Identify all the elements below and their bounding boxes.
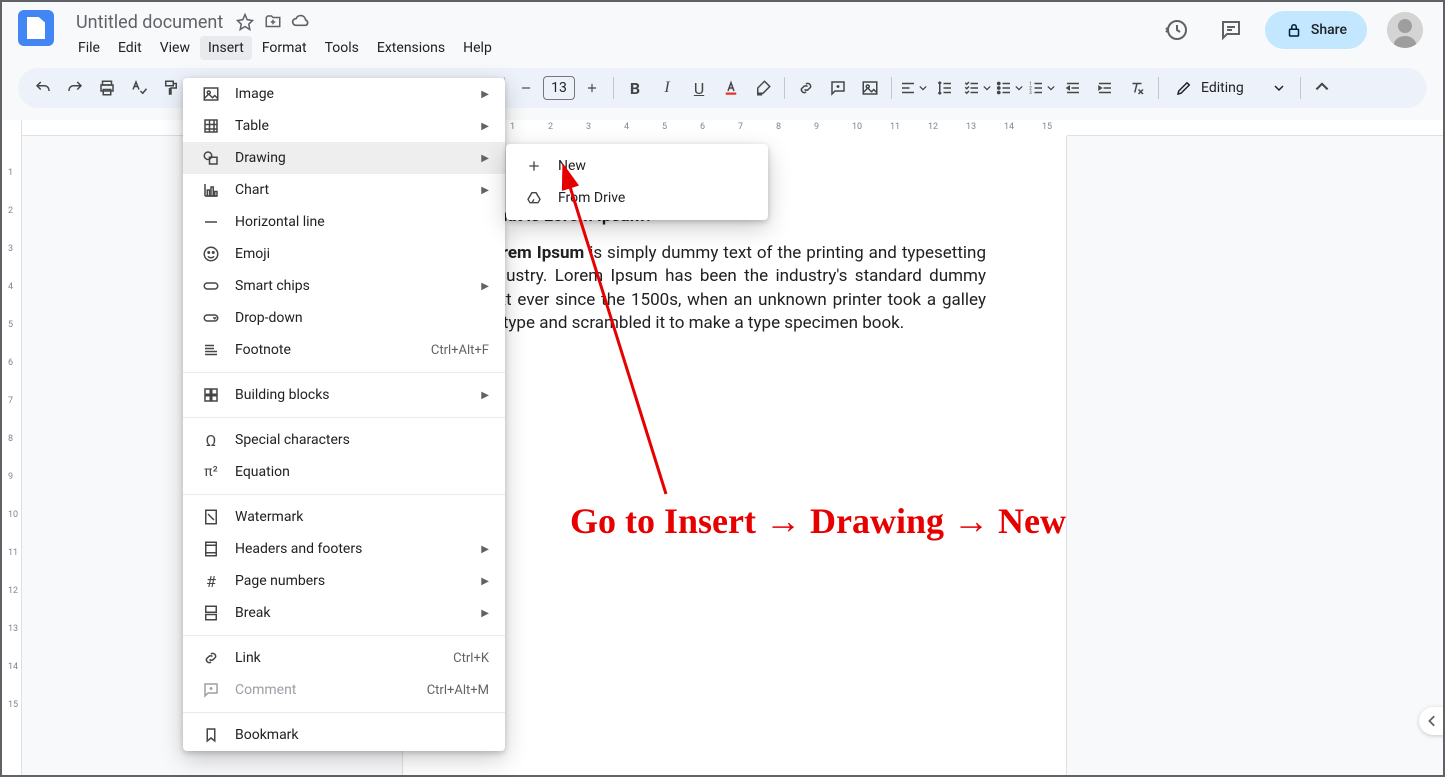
watermark-icon — [201, 508, 221, 526]
svg-text:3: 3 — [1029, 90, 1032, 96]
history-icon[interactable] — [1157, 10, 1197, 50]
menu-extensions[interactable]: Extensions — [369, 36, 453, 60]
omega-icon: Ω — [201, 431, 221, 450]
bookmark-icon — [201, 726, 221, 744]
align-button[interactable] — [898, 73, 928, 103]
menu-format[interactable]: Format — [254, 36, 315, 60]
menu-item-special-characters[interactable]: ΩSpecial characters — [183, 424, 505, 456]
menu-item-footnote[interactable]: FootnoteCtrl+Alt+F — [183, 334, 505, 366]
bold-button[interactable]: B — [620, 73, 650, 103]
menu-item-equation[interactable]: π²Equation — [183, 456, 505, 488]
table-icon — [201, 117, 221, 135]
line-spacing-button[interactable] — [930, 73, 960, 103]
drawing-submenu: New From Drive — [506, 144, 768, 220]
insert-menu-dropdown: Image▶ Table▶ Drawing▶ Chart▶ Horizontal… — [183, 78, 505, 751]
document-title[interactable]: Untitled document — [70, 11, 229, 34]
text-color-button[interactable] — [716, 73, 746, 103]
menu-item-emoji[interactable]: Emoji — [183, 238, 505, 270]
menu-item-horizontal-line[interactable]: Horizontal line — [183, 206, 505, 238]
menu-item-chart[interactable]: Chart▶ — [183, 174, 505, 206]
break-icon — [201, 604, 221, 622]
share-button[interactable]: Share — [1265, 11, 1367, 49]
footnote-icon — [201, 341, 221, 359]
menu-insert[interactable]: Insert — [200, 36, 252, 60]
pi-icon: π² — [201, 464, 221, 480]
insert-link-button[interactable] — [791, 73, 821, 103]
chart-icon — [201, 181, 221, 199]
drive-icon — [524, 190, 544, 206]
menu-item-headers-footers[interactable]: Headers and footers▶ — [183, 533, 505, 565]
lock-icon — [1285, 21, 1303, 39]
dropdown-icon — [201, 309, 221, 327]
spellcheck-button[interactable] — [124, 73, 154, 103]
emoji-icon — [201, 245, 221, 263]
redo-button[interactable] — [60, 73, 90, 103]
chevron-down-icon — [1274, 83, 1284, 93]
comment-icon — [201, 681, 221, 699]
editing-mode-button[interactable]: Editing — [1165, 79, 1294, 97]
submenu-item-from-drive[interactable]: From Drive — [506, 182, 768, 214]
clear-formatting-button[interactable] — [1122, 73, 1152, 103]
indent-decrease-button[interactable] — [1058, 73, 1088, 103]
menu-item-table[interactable]: Table▶ — [183, 110, 505, 142]
undo-button[interactable] — [28, 73, 58, 103]
document-body: Lorem Ipsum is simply dummy text of the … — [483, 242, 986, 336]
collapse-toolbar-button[interactable] — [1307, 73, 1337, 103]
vertical-ruler: 1 2 3 4 5 6 7 8 9 10 11 12 13 14 15 — [2, 120, 22, 775]
insert-comment-button[interactable] — [823, 73, 853, 103]
menu-item-building-blocks[interactable]: Building blocks▶ — [183, 379, 505, 411]
menu-item-break[interactable]: Break▶ — [183, 597, 505, 629]
italic-button[interactable]: I — [652, 73, 682, 103]
link-icon — [201, 649, 221, 667]
image-icon — [201, 85, 221, 103]
menu-item-comment: CommentCtrl+Alt+M — [183, 674, 505, 706]
explore-fab[interactable] — [1419, 707, 1443, 735]
hline-icon — [201, 213, 221, 231]
menu-item-page-numbers[interactable]: #Page numbers▶ — [183, 565, 505, 597]
menu-item-image[interactable]: Image▶ — [183, 78, 505, 110]
drawing-icon — [201, 149, 221, 167]
blocks-icon — [201, 386, 221, 404]
editing-mode-label: Editing — [1201, 80, 1244, 96]
numbered-list-button[interactable]: 123 — [1026, 73, 1056, 103]
underline-button[interactable]: U — [684, 73, 714, 103]
font-size-plus[interactable] — [577, 73, 607, 103]
menu-item-link[interactable]: LinkCtrl+K — [183, 642, 505, 674]
star-icon[interactable] — [233, 10, 257, 34]
checklist-button[interactable] — [962, 73, 992, 103]
share-label: Share — [1311, 22, 1347, 38]
menu-edit[interactable]: Edit — [110, 36, 150, 60]
annotation-text: Go to Insert → Drawing → New — [570, 500, 1066, 542]
chip-icon — [201, 277, 221, 295]
paint-format-button[interactable] — [156, 73, 186, 103]
font-size-minus[interactable] — [511, 73, 541, 103]
menu-tools[interactable]: Tools — [317, 36, 367, 60]
menu-item-watermark[interactable]: Watermark — [183, 501, 505, 533]
comments-icon[interactable] — [1211, 10, 1251, 50]
menubar: File Edit View Insert Format Tools Exten… — [70, 36, 500, 60]
insert-image-button[interactable] — [855, 73, 885, 103]
bulleted-list-button[interactable] — [994, 73, 1024, 103]
menu-item-drawing[interactable]: Drawing▶ — [183, 142, 505, 174]
menu-file[interactable]: File — [70, 36, 108, 60]
pencil-icon — [1175, 79, 1193, 97]
header-footer-icon — [201, 540, 221, 558]
cloud-saved-icon[interactable] — [289, 10, 313, 34]
docs-logo[interactable] — [18, 10, 54, 46]
font-size-input[interactable]: 13 — [543, 76, 575, 100]
submenu-item-new[interactable]: New — [506, 150, 768, 182]
menu-item-bookmark[interactable]: Bookmark — [183, 719, 505, 751]
indent-increase-button[interactable] — [1090, 73, 1120, 103]
move-icon[interactable] — [261, 10, 285, 34]
plus-icon — [524, 158, 544, 174]
menu-item-dropdown[interactable]: Drop-down — [183, 302, 505, 334]
page-numbers-icon: # — [201, 572, 221, 591]
menu-view[interactable]: View — [152, 36, 198, 60]
account-avatar[interactable] — [1387, 12, 1423, 48]
menu-help[interactable]: Help — [455, 36, 500, 60]
highlight-button[interactable] — [748, 73, 778, 103]
print-button[interactable] — [92, 73, 122, 103]
menu-item-smart-chips[interactable]: Smart chips▶ — [183, 270, 505, 302]
